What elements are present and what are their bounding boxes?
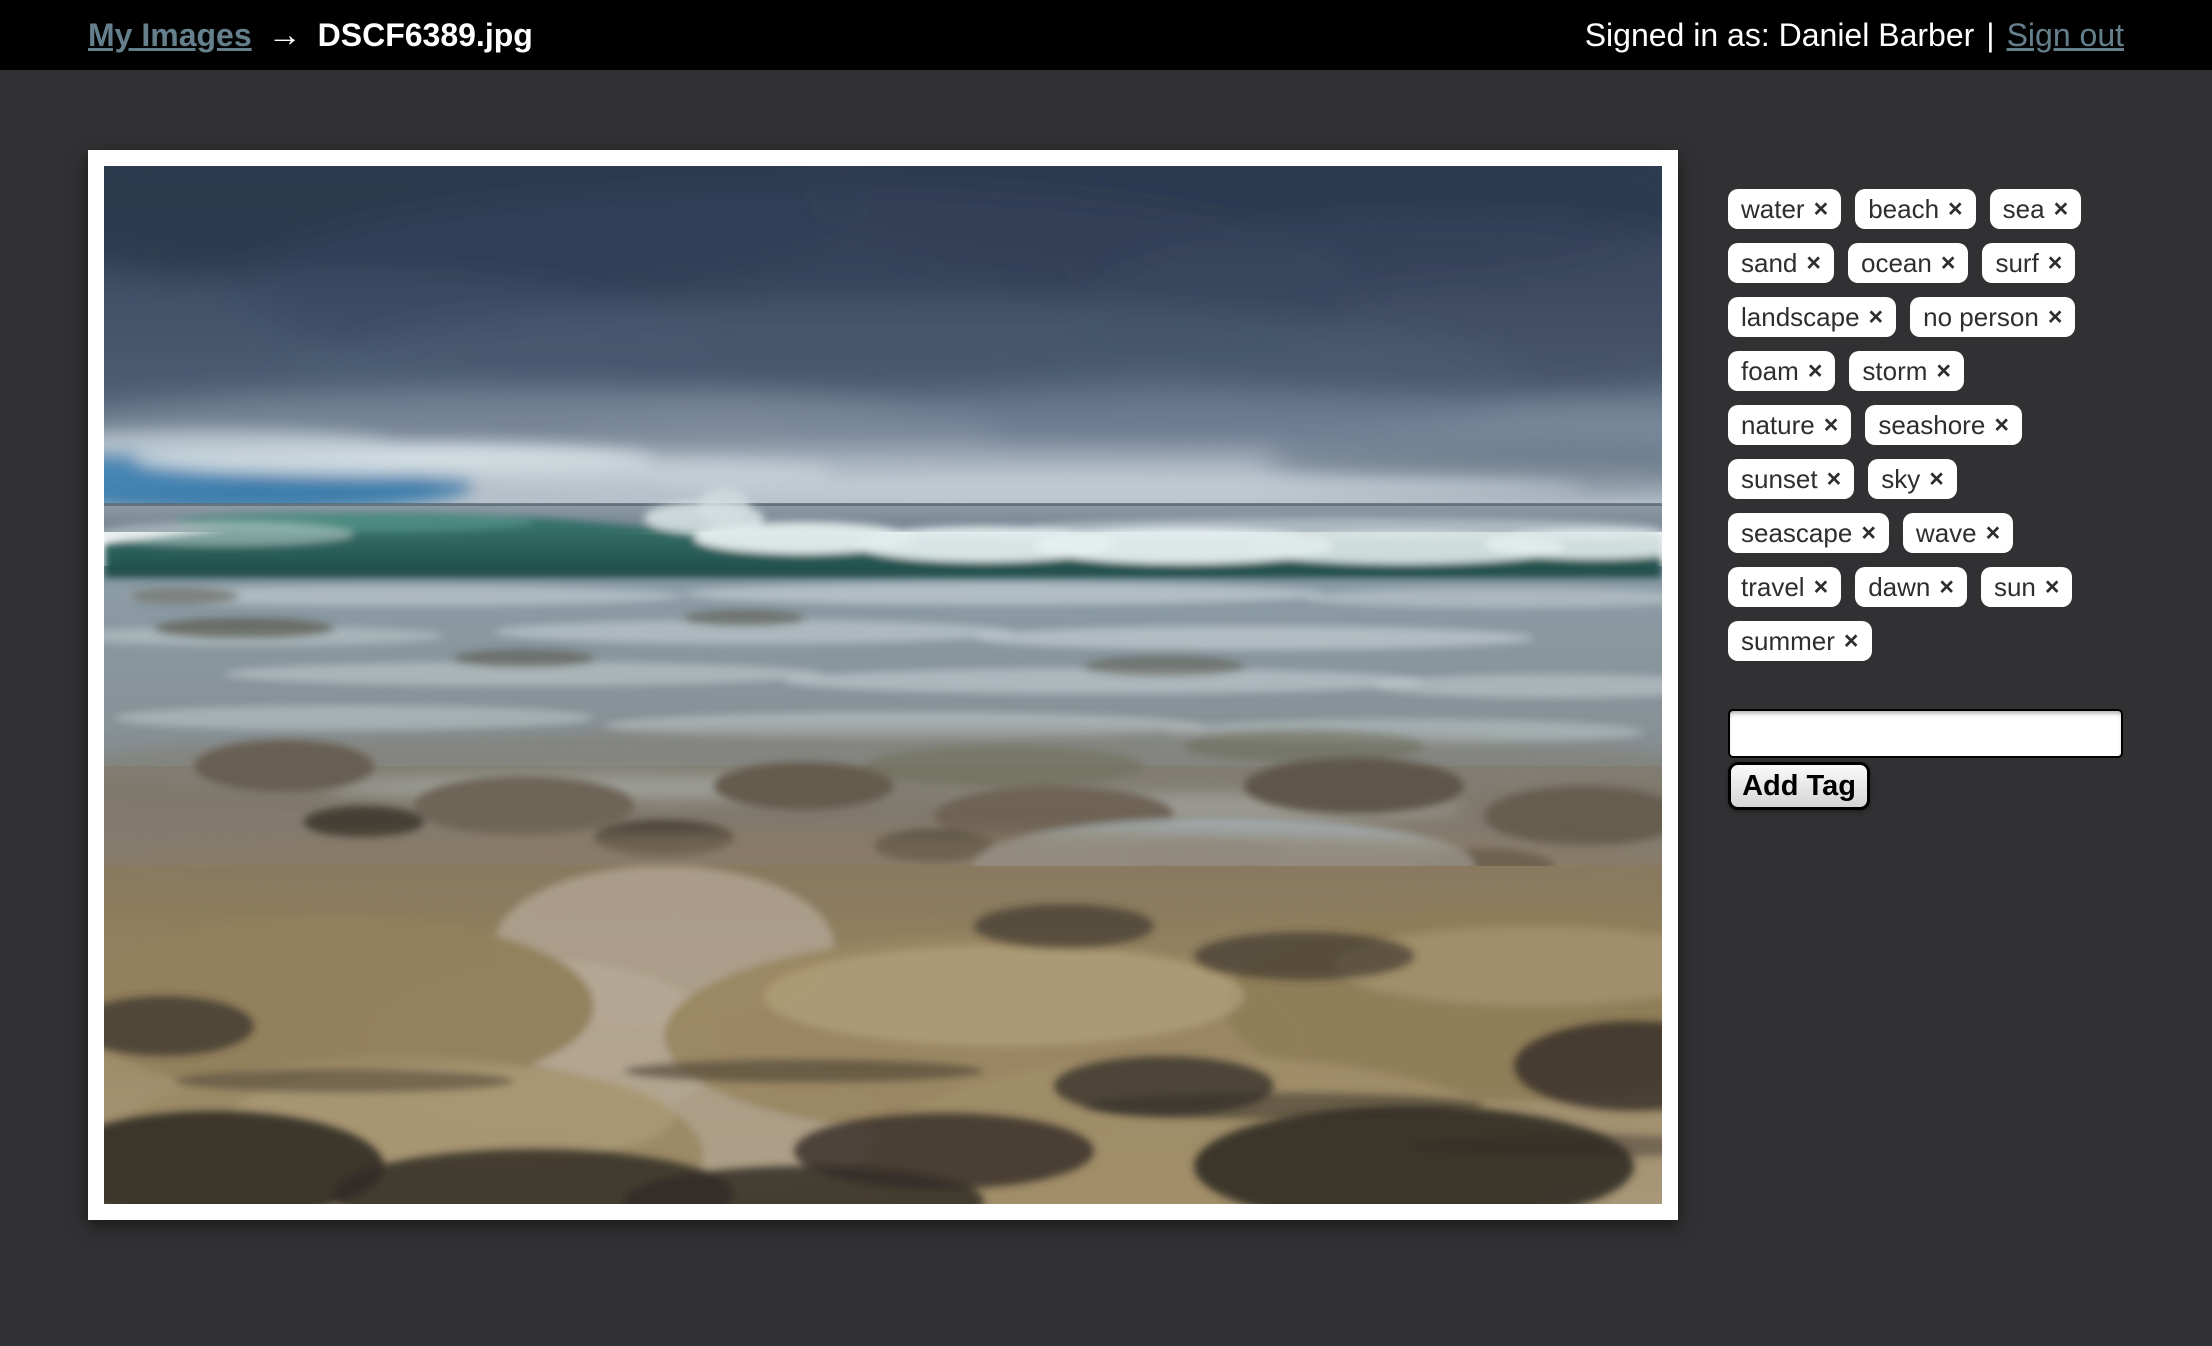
tag-pill: sand × — [1728, 243, 1834, 283]
tag-row: travel × dawn × sun × — [1728, 567, 2128, 607]
remove-tag-icon[interactable]: × — [1939, 575, 1954, 600]
tag-pill: landscape × — [1728, 297, 1896, 337]
tag-label: sun — [1994, 572, 2036, 603]
breadcrumb: My Images → DSCF6389.jpg — [88, 16, 533, 55]
remove-tag-icon[interactable]: × — [2048, 305, 2063, 330]
tag-pill: summer × — [1728, 621, 1872, 661]
tag-row: water × beach × sea × — [1728, 189, 2128, 229]
tag-row: summer × — [1728, 621, 2128, 661]
remove-tag-icon[interactable]: × — [1936, 359, 1951, 384]
remove-tag-icon[interactable]: × — [2054, 197, 2069, 222]
tag-label: wave — [1916, 518, 1977, 549]
remove-tag-icon[interactable]: × — [1814, 575, 1829, 600]
tag-pill: sky × — [1868, 459, 1957, 499]
tag-row: sunset × sky × — [1728, 459, 2128, 499]
remove-tag-icon[interactable]: × — [1941, 251, 1956, 276]
remove-tag-icon[interactable]: × — [1948, 197, 1963, 222]
tag-pill: ocean × — [1848, 243, 1968, 283]
tag-panel: water × beach × sea × sand × ocean × sur… — [1728, 189, 2128, 810]
tag-pill: wave × — [1903, 513, 2013, 553]
tag-pill: nature × — [1728, 405, 1851, 445]
tag-label: surf — [1995, 248, 2038, 279]
breadcrumb-arrow-icon: → — [268, 16, 302, 55]
remove-tag-icon[interactable]: × — [1869, 305, 1884, 330]
signed-in-text: Signed in as: Daniel Barber — [1585, 17, 1975, 54]
tag-label: sand — [1741, 248, 1797, 279]
tag-pill: storm × — [1849, 351, 1964, 391]
tag-list: water × beach × sea × sand × ocean × sur… — [1728, 189, 2128, 661]
remove-tag-icon[interactable]: × — [2045, 575, 2060, 600]
remove-tag-icon[interactable]: × — [1861, 521, 1876, 546]
remove-tag-icon[interactable]: × — [1929, 467, 1944, 492]
tag-pill: foam × — [1728, 351, 1835, 391]
remove-tag-icon[interactable]: × — [1986, 521, 2001, 546]
topbar: My Images → DSCF6389.jpg Signed in as: D… — [0, 0, 2212, 70]
session-info: Signed in as: Daniel Barber | Sign out — [1585, 17, 2124, 54]
remove-tag-icon[interactable]: × — [1808, 359, 1823, 384]
tag-row: nature × seashore × — [1728, 405, 2128, 445]
tag-label: foam — [1741, 356, 1799, 387]
tag-label: travel — [1741, 572, 1805, 603]
tag-pill: sunset × — [1728, 459, 1854, 499]
tag-label: sunset — [1741, 464, 1818, 495]
tag-row: sand × ocean × surf × — [1728, 243, 2128, 283]
tag-label: beach — [1868, 194, 1939, 225]
tag-label: ocean — [1861, 248, 1932, 279]
remove-tag-icon[interactable]: × — [1806, 251, 1821, 276]
tag-pill: beach × — [1855, 189, 1975, 229]
tag-label: nature — [1741, 410, 1815, 441]
tag-pill: dawn × — [1855, 567, 1967, 607]
my-images-link[interactable]: My Images — [88, 17, 252, 54]
tag-label: summer — [1741, 626, 1835, 657]
session-separator: | — [1986, 17, 1994, 54]
tag-label: sea — [2003, 194, 2045, 225]
tag-pill: seashore × — [1865, 405, 2022, 445]
remove-tag-icon[interactable]: × — [1844, 629, 1859, 654]
tag-pill: travel × — [1728, 567, 1841, 607]
breadcrumb-current-file: DSCF6389.jpg — [318, 17, 533, 54]
tag-pill: no person × — [1910, 297, 2075, 337]
remove-tag-icon[interactable]: × — [1827, 467, 1842, 492]
tag-label: no person — [1923, 302, 2039, 333]
sign-out-link[interactable]: Sign out — [2007, 17, 2124, 54]
photo-frame — [88, 150, 1678, 1220]
remove-tag-icon[interactable]: × — [1824, 413, 1839, 438]
tag-label: seascape — [1741, 518, 1852, 549]
tag-label: water — [1741, 194, 1805, 225]
remove-tag-icon[interactable]: × — [1994, 413, 2009, 438]
tag-row: seascape × wave × — [1728, 513, 2128, 553]
photo-seascape — [104, 166, 1662, 1204]
tag-label: landscape — [1741, 302, 1860, 333]
tag-pill: sea × — [1990, 189, 2082, 229]
tag-row: foam × storm × — [1728, 351, 2128, 391]
tag-pill: sun × — [1981, 567, 2073, 607]
tag-input[interactable] — [1728, 709, 2123, 758]
tag-label: sky — [1881, 464, 1920, 495]
tag-label: dawn — [1868, 572, 1930, 603]
tag-pill: surf × — [1982, 243, 2075, 283]
add-tag-button[interactable]: Add Tag — [1728, 762, 1870, 810]
tag-label: storm — [1862, 356, 1927, 387]
tag-pill: water × — [1728, 189, 1841, 229]
tag-row: landscape × no person × — [1728, 297, 2128, 337]
tag-label: seashore — [1878, 410, 1985, 441]
tag-pill: seascape × — [1728, 513, 1889, 553]
remove-tag-icon[interactable]: × — [2048, 251, 2063, 276]
remove-tag-icon[interactable]: × — [1814, 197, 1829, 222]
